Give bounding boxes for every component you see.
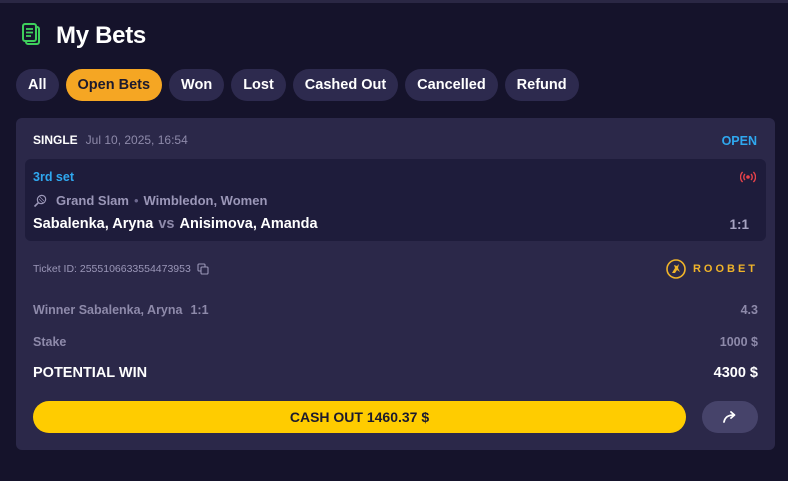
share-button[interactable]	[702, 401, 758, 433]
event-tournament-name: Wimbledon, Women	[143, 193, 268, 208]
event-score: 1:1	[729, 217, 749, 232]
tab-cancelled[interactable]: Cancelled	[405, 69, 498, 101]
potential-win-label: POTENTIAL WIN	[33, 365, 148, 381]
bet-date: Jul 10, 2025, 16:54	[85, 133, 188, 147]
copy-icon[interactable]	[197, 263, 209, 275]
tab-cashed-out[interactable]: Cashed Out	[292, 69, 399, 101]
tab-won[interactable]: Won	[169, 69, 225, 101]
tennis-racket-icon	[33, 194, 47, 207]
brand-logo: ROOBET	[666, 259, 758, 279]
bet-status-badge: OPEN	[721, 134, 757, 148]
bet-type: SINGLE	[33, 133, 78, 147]
roobet-kangaroo-icon	[666, 259, 686, 279]
event-tournament: Grand Slam • Wimbledon, Women	[33, 193, 267, 208]
page-header: My Bets	[20, 22, 146, 50]
tab-refund[interactable]: Refund	[504, 69, 579, 101]
vs-label: vs	[158, 216, 175, 232]
stake-value: 1000 $	[719, 335, 758, 349]
cash-out-button[interactable]: CASH OUT 1460.37 $	[33, 401, 686, 433]
page-title: My Bets	[56, 22, 146, 49]
selection-score: 1:1	[190, 303, 209, 317]
top-divider	[0, 0, 788, 3]
event-category: Grand Slam	[56, 193, 129, 208]
live-broadcast-icon	[740, 171, 756, 183]
tab-lost[interactable]: Lost	[231, 69, 286, 101]
selection-name: Winner Sabalenka, Aryna	[33, 303, 183, 317]
bet-card-header: SINGLE Jul 10, 2025, 16:54	[33, 133, 188, 147]
tab-all[interactable]: All	[16, 69, 59, 101]
selection-odds: 4.3	[740, 303, 758, 317]
bet-card: SINGLE Jul 10, 2025, 16:54 OPEN 3rd set …	[16, 118, 775, 450]
potential-win-row: POTENTIAL WIN 4300 $	[33, 365, 758, 381]
share-arrow-icon	[723, 411, 736, 423]
potential-win-value: 4300 $	[713, 365, 758, 381]
stake-label: Stake	[33, 335, 67, 349]
ticket-label: Ticket ID:	[33, 263, 77, 275]
home-player: Sabalenka, Aryna	[33, 216, 154, 232]
ticket-id-row: Ticket ID: 2555106633554473953	[33, 263, 209, 275]
bets-document-icon	[22, 23, 40, 45]
event-panel[interactable]: 3rd set Grand Slam • Wimbledon, Women Sa…	[25, 159, 766, 241]
away-player: Anisimova, Amanda	[179, 216, 318, 232]
tab-open-bets[interactable]: Open Bets	[65, 69, 163, 101]
event-match: Sabalenka, Aryna vs Anisimova, Amanda	[33, 216, 318, 232]
separator-dot: •	[133, 193, 139, 208]
stake-row: Stake 1000 $	[33, 335, 758, 349]
event-period: 3rd set	[33, 170, 74, 184]
brand-name: ROOBET	[692, 263, 758, 275]
bet-filter-tabs: All Open Bets Won Lost Cashed Out Cancel…	[16, 69, 579, 101]
ticket-id: 2555106633554473953	[79, 263, 191, 275]
selection-row: Winner Sabalenka, Aryna 1:1 4.3	[33, 303, 758, 317]
